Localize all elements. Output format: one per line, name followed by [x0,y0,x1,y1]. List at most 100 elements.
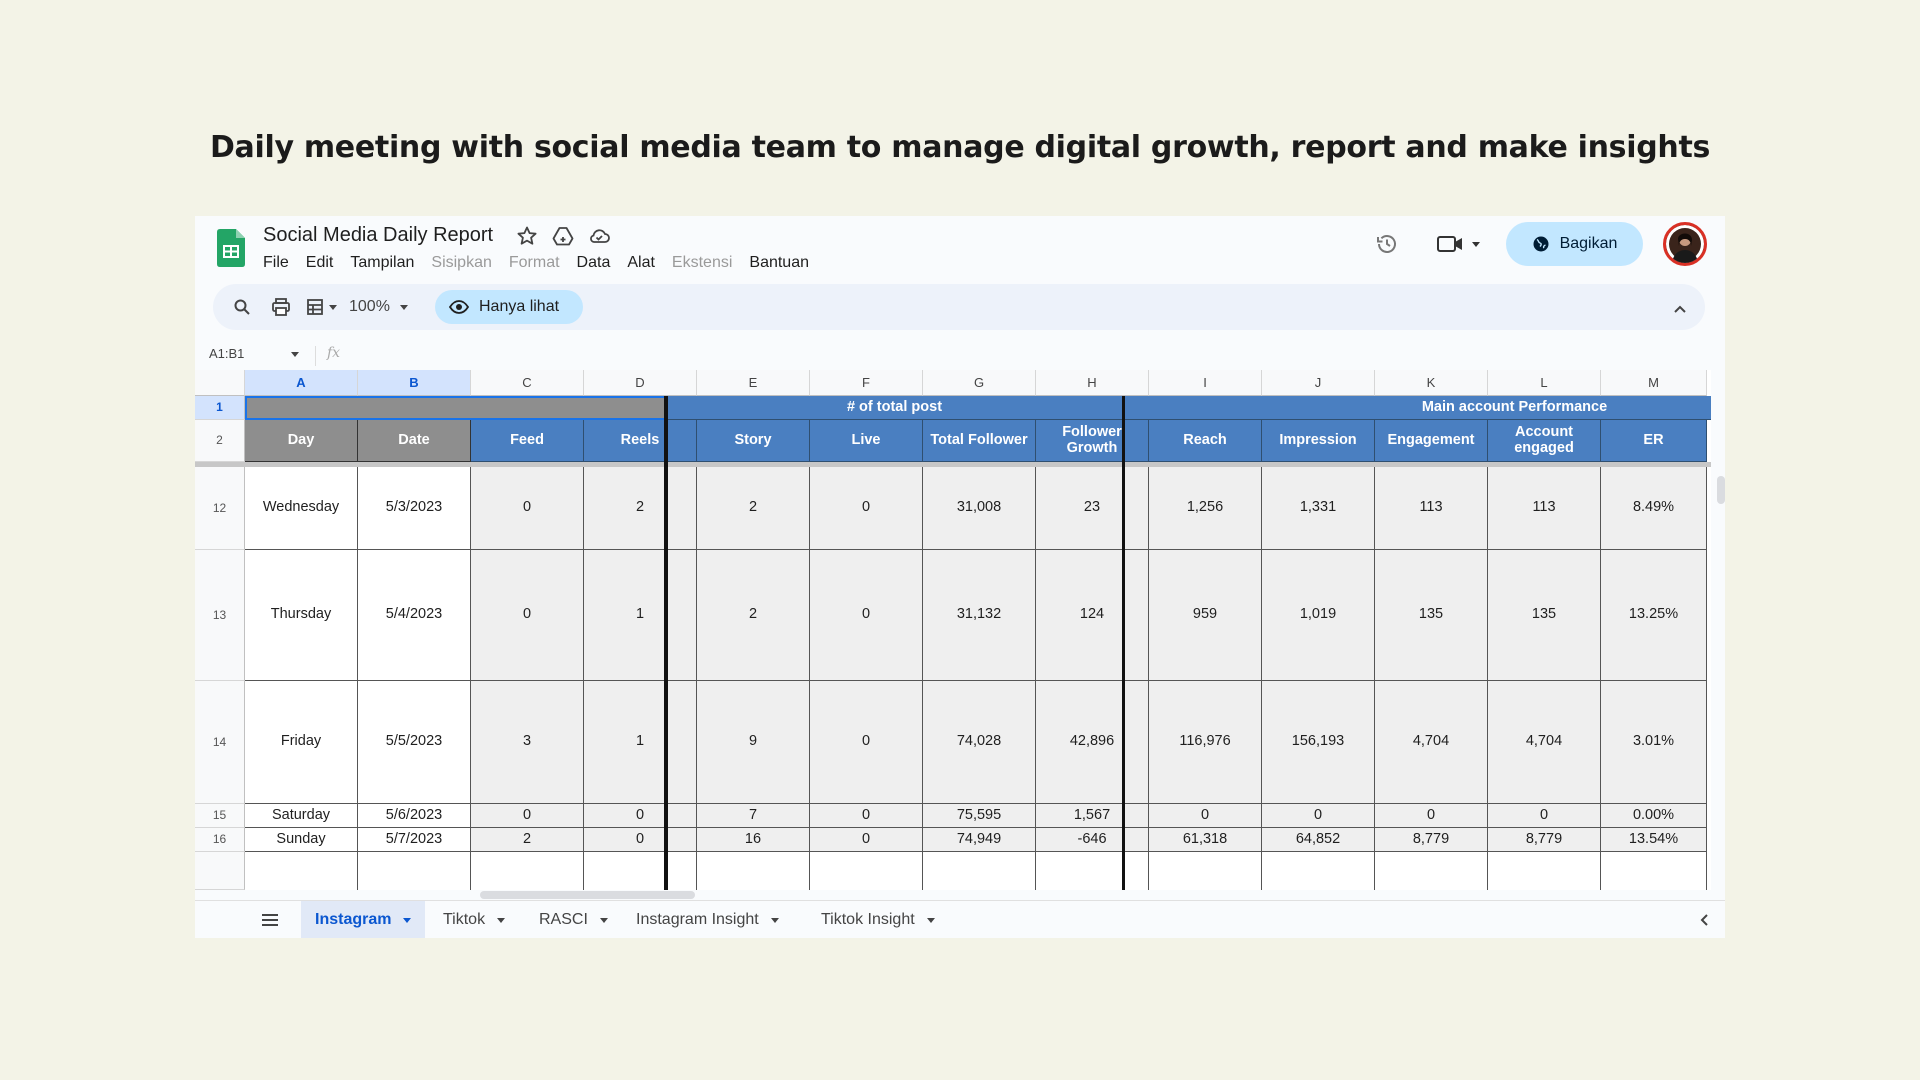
horizontal-scrollbar[interactable] [480,891,695,899]
vertical-scrollbar[interactable] [1717,476,1725,504]
table-cell[interactable]: 5/4/2023 [358,550,471,681]
table-cell[interactable]: 7 [697,804,810,828]
cloud-icon[interactable] [587,224,611,248]
table-cell[interactable]: 1 [584,550,697,681]
table-cell[interactable]: 13.54% [1601,828,1707,852]
row-header[interactable]: 1 [195,396,245,420]
header-reels[interactable]: Reels [584,420,697,462]
print-icon[interactable] [271,295,291,319]
spreadsheet-grid[interactable]: ABCDEFGHIJKLM 12 Wednesday 5/3/2023 0 2 2 0 31,… [195,370,1711,890]
menu-insert[interactable]: Sisipkan [431,254,491,272]
table-cell[interactable]: -646 [1036,828,1149,852]
table-cell[interactable] [1601,852,1707,890]
table-cell[interactable]: 74,028 [923,681,1036,804]
table-cell[interactable]: 135 [1375,550,1488,681]
column-header-b[interactable]: B [358,370,471,396]
row-header[interactable]: 12 [195,467,245,550]
table-cell[interactable]: 0 [471,550,584,681]
column-header-f[interactable]: F [810,370,923,396]
tab-tiktok[interactable]: Tiktok [429,901,519,938]
column-header-m[interactable]: M [1601,370,1707,396]
table-cell[interactable]: 8.49% [1601,467,1707,550]
all-sheets-menu-icon[interactable] [247,901,293,938]
column-header-k[interactable]: K [1375,370,1488,396]
tab-tiktok-insight[interactable]: Tiktok Insight [807,901,949,938]
table-cell[interactable] [471,852,584,890]
view-only-button[interactable]: Hanya lihat [435,290,584,324]
table-cell[interactable]: 0 [1488,804,1601,828]
view-layout-button[interactable] [305,295,337,319]
menu-help[interactable]: Bantuan [749,254,809,272]
header-date[interactable]: Date [358,420,471,462]
star-icon[interactable] [515,224,539,248]
menu-tools[interactable]: Alat [627,254,655,272]
table-cell[interactable] [584,852,697,890]
menu-extensions[interactable]: Ekstensi [672,254,732,272]
table-cell[interactable]: 0 [471,467,584,550]
row-header[interactable]: 14 [195,681,245,804]
column-header-c[interactable]: C [471,370,584,396]
table-cell[interactable] [1149,852,1262,890]
table-cell[interactable] [1488,852,1601,890]
table-cell[interactable]: 156,193 [1262,681,1375,804]
header-feed[interactable]: Feed [471,420,584,462]
freeze-divider[interactable] [195,462,1711,467]
table-cell[interactable]: 1,019 [1262,550,1375,681]
share-button[interactable]: Bagikan [1506,222,1643,266]
table-cell[interactable] [245,852,358,890]
table-cell[interactable]: Friday [245,681,358,804]
table-cell[interactable]: 1,256 [1149,467,1262,550]
table-cell[interactable]: 135 [1488,550,1601,681]
table-cell[interactable]: 4,704 [1488,681,1601,804]
header-er[interactable]: ER [1601,420,1707,462]
row-header[interactable]: 2 [195,420,245,462]
chevron-left-icon[interactable] [1685,901,1723,938]
table-cell[interactable]: 1,331 [1262,467,1375,550]
zoom-select[interactable]: 100% [349,295,408,319]
table-cell[interactable]: 9 [697,681,810,804]
table-cell[interactable]: 5/6/2023 [358,804,471,828]
table-cell[interactable]: 0 [810,467,923,550]
column-header-l[interactable]: L [1488,370,1601,396]
drive-icon[interactable] [551,224,575,248]
column-header-h[interactable]: H [1036,370,1149,396]
table-cell[interactable]: 2 [697,550,810,681]
column-header-d[interactable]: D [584,370,697,396]
table-cell[interactable]: 13.25% [1601,550,1707,681]
table-cell[interactable]: Thursday [245,550,358,681]
header-live[interactable]: Live [810,420,923,462]
table-cell[interactable]: 2 [697,467,810,550]
group-header-performance[interactable]: Main account Performance [1123,396,1711,420]
table-cell[interactable]: 1 [584,681,697,804]
menu-file[interactable]: File [263,254,289,272]
table-cell[interactable]: 2 [584,467,697,550]
column-header-e[interactable]: E [697,370,810,396]
avatar[interactable] [1663,222,1707,266]
column-header-g[interactable]: G [923,370,1036,396]
tab-instagram-insight[interactable]: Instagram Insight [622,901,793,938]
table-cell[interactable]: 0 [584,804,697,828]
table-cell[interactable]: 4,704 [1375,681,1488,804]
header-engagement[interactable]: Engagement [1375,420,1488,462]
table-cell[interactable]: Wednesday [245,467,358,550]
name-box[interactable]: A1:B1 [209,346,244,361]
table-cell[interactable]: 0 [1262,804,1375,828]
table-cell[interactable]: 113 [1375,467,1488,550]
table-cell[interactable]: 75,595 [923,804,1036,828]
table-cell[interactable]: 3 [471,681,584,804]
table-cell[interactable]: 0.00% [1601,804,1707,828]
table-cell[interactable] [697,852,810,890]
column-header-a[interactable]: A [245,370,358,396]
table-cell[interactable] [1262,852,1375,890]
tab-rasci[interactable]: RASCI [525,901,622,938]
header-total-follower[interactable]: Total Follower [923,420,1036,462]
table-cell[interactable]: 5/5/2023 [358,681,471,804]
table-cell[interactable]: 42,896 [1036,681,1149,804]
header-reach[interactable]: Reach [1149,420,1262,462]
merged-header-a1-b1[interactable] [245,396,667,420]
table-cell[interactable]: 116,976 [1149,681,1262,804]
table-cell[interactable]: 8,779 [1488,828,1601,852]
table-cell[interactable] [358,852,471,890]
search-icon[interactable] [233,295,251,319]
menu-edit[interactable]: Edit [306,254,334,272]
